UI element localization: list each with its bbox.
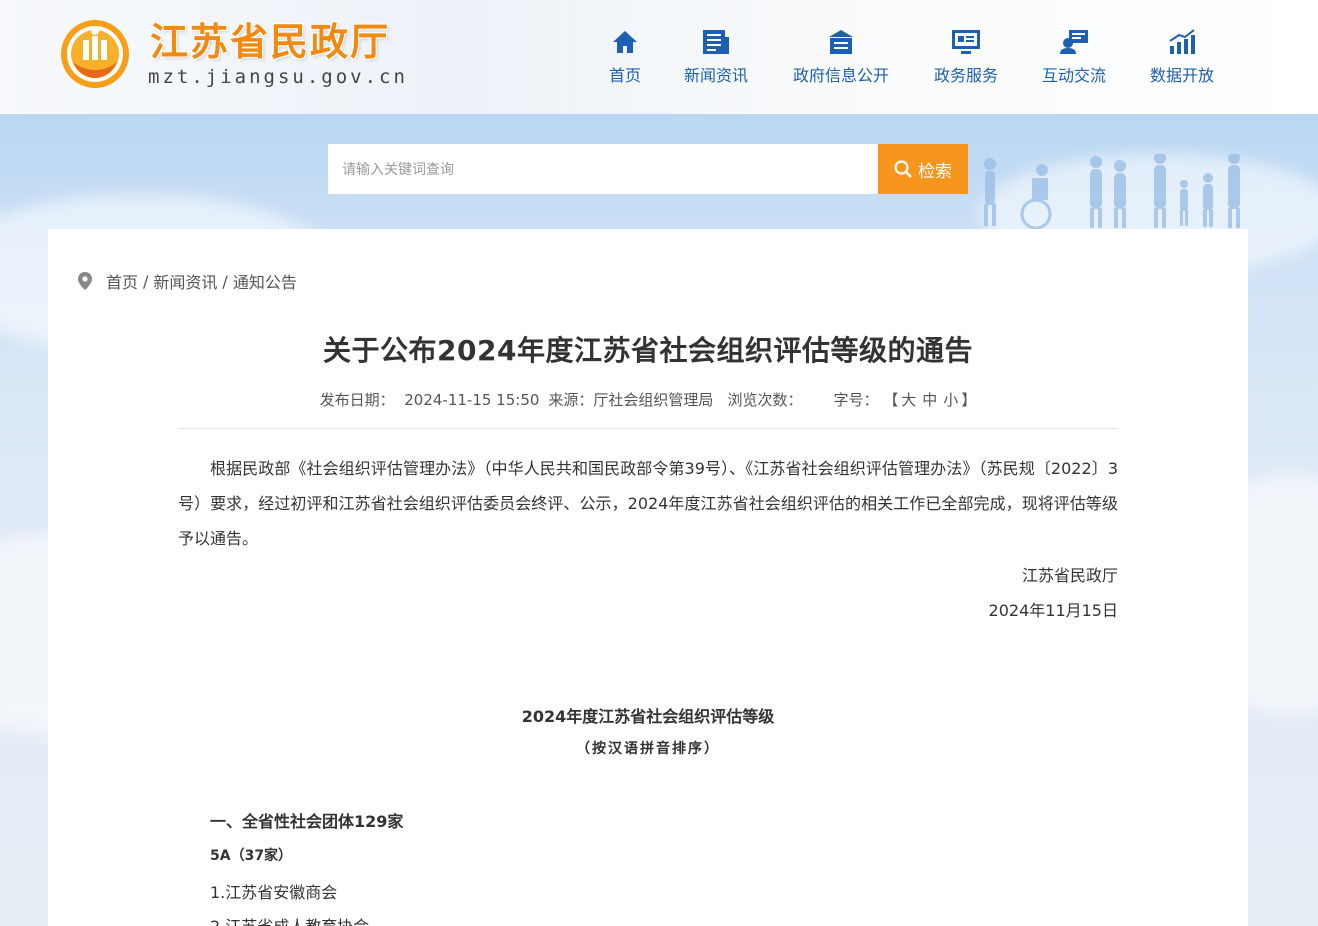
- service-icon: [951, 28, 981, 56]
- nav-label: 首页: [608, 66, 641, 85]
- home-icon: [610, 28, 640, 56]
- nav-item-service[interactable]: 政务服务: [910, 28, 1022, 86]
- article-paragraph: 根据民政部《社会组织评估管理办法》（中华人民共和国民政部令第39号）、《江苏省社…: [178, 459, 1118, 548]
- search-button[interactable]: 检索: [878, 144, 968, 194]
- article-card: 首页 / 新闻资讯 / 通知公告 关于公布2024年度江苏省社会组织评估等级的通…: [48, 229, 1248, 926]
- breadcrumb-home[interactable]: 首页: [106, 269, 138, 293]
- logo-emblem[interactable]: [59, 18, 131, 90]
- site-url: mzt.jiangsu.gov.cn: [148, 66, 408, 88]
- site-title[interactable]: 江苏省民政厅: [150, 18, 390, 66]
- article-title: 关于公布2024年度江苏省社会组织评估等级的通告: [323, 334, 973, 367]
- section-heading: 一、全省性社会团体129家: [210, 812, 404, 831]
- nav-item-news[interactable]: 新闻资讯: [660, 28, 772, 86]
- signature-date: 2024年11月15日: [988, 601, 1118, 620]
- nav-label: 政务服务: [933, 66, 998, 85]
- nav-item-data[interactable]: 数据开放: [1126, 28, 1238, 86]
- list-item: 2.江苏省成人教育协会: [210, 913, 369, 926]
- signature-org: 江苏省民政厅: [1021, 566, 1118, 585]
- breadcrumb-news[interactable]: 新闻资讯: [153, 269, 217, 293]
- search-field-container: [328, 144, 878, 194]
- breadcrumb-notices[interactable]: 通知公告: [233, 269, 297, 293]
- view-count: 浏览次数：: [727, 391, 803, 409]
- interaction-icon: [1059, 28, 1089, 56]
- nav-item-interaction[interactable]: 互动交流: [1022, 28, 1126, 86]
- grade-heading: 5A（37家）: [210, 848, 293, 864]
- nav-label: 新闻资讯: [683, 66, 748, 85]
- article-meta: 发布日期： 2024-11-15 15:50 来源：厅社会组织管理局 浏览次数： 字号…: [48, 389, 1248, 410]
- publish-date: 发布日期： 2024-11-15 15:50: [319, 391, 540, 409]
- data-icon: [1167, 28, 1197, 56]
- font-size-small-button[interactable]: 小: [943, 391, 958, 409]
- font-size-medium-button[interactable]: 中: [922, 391, 937, 409]
- breadcrumb: 首页 / 新闻资讯 / 通知公告: [78, 269, 297, 293]
- font-size-control: 字号： 【大中小】: [833, 391, 977, 409]
- nav-label: 政府信息公开: [792, 66, 889, 85]
- bracket-close: 】: [961, 391, 977, 409]
- nav-item-home[interactable]: 首页: [590, 28, 660, 86]
- list-subtitle: （按汉语拼音排序）: [576, 741, 720, 757]
- news-icon: [701, 28, 731, 56]
- bracket-open: 【: [883, 391, 899, 409]
- location-pin-icon: [78, 272, 92, 290]
- gov-info-icon: [826, 28, 856, 56]
- font-size-large-button[interactable]: 大: [901, 391, 916, 409]
- meta-divider: [178, 428, 1118, 429]
- site-header: 江苏省民政厅 mzt.jiangsu.gov.cn 首页 新闻资讯 政府信息公开…: [0, 0, 1318, 114]
- main-nav: 首页 新闻资讯 政府信息公开 政务服务 互动交流 数据开放: [590, 28, 1238, 86]
- nav-label: 数据开放: [1149, 66, 1214, 85]
- search-icon: [894, 160, 912, 178]
- search-input[interactable]: [342, 144, 878, 194]
- list-title: 2024年度江苏省社会组织评估等级: [521, 707, 775, 726]
- article-source: 来源：厅社会组织管理局: [548, 391, 714, 409]
- search-button-label: 检索: [918, 161, 952, 182]
- breadcrumb-separator: /: [222, 271, 228, 291]
- nav-item-gov-info[interactable]: 政府信息公开: [772, 28, 910, 86]
- breadcrumb-separator: /: [143, 271, 149, 291]
- nav-label: 互动交流: [1041, 66, 1106, 85]
- list-item: 1.江苏省安徽商会: [210, 883, 338, 902]
- people-silhouette-graphic: [984, 154, 1240, 230]
